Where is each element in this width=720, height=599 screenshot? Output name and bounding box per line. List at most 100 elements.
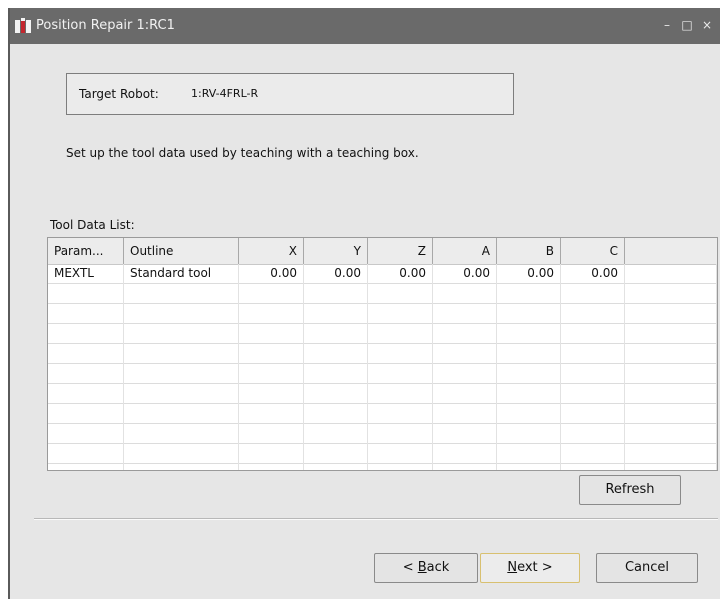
cell-c: 0.00	[561, 264, 625, 284]
cell-y	[304, 464, 368, 470]
tool-data-table[interactable]: Param... Outline X Y Z A B C MEXTL Standa…	[47, 237, 718, 471]
cell-param: MEXTL	[48, 264, 124, 284]
cell-y	[304, 444, 368, 464]
next-button[interactable]: Next >	[480, 553, 580, 583]
cell-c	[561, 284, 625, 304]
cell-b	[497, 344, 561, 364]
cell-param	[48, 464, 124, 470]
cell-z	[368, 324, 433, 344]
cell-x	[239, 344, 304, 364]
empty-row[interactable]	[48, 444, 717, 464]
cell-c	[561, 404, 625, 424]
cell-y	[304, 384, 368, 404]
cell-c	[561, 464, 625, 470]
cell-outline	[124, 404, 239, 424]
empty-row[interactable]	[48, 464, 717, 470]
cell-param	[48, 384, 124, 404]
column-header-z[interactable]: Z	[368, 238, 433, 264]
cell-c	[561, 424, 625, 444]
tool-data-list-label: Tool Data List:	[50, 218, 135, 232]
empty-row[interactable]	[48, 404, 717, 424]
cell-extra	[625, 364, 717, 384]
cell-outline	[124, 444, 239, 464]
cell-z	[368, 284, 433, 304]
cell-z	[368, 464, 433, 470]
cell-extra	[625, 424, 717, 444]
empty-row[interactable]	[48, 364, 717, 384]
cell-c	[561, 444, 625, 464]
column-header-x[interactable]: X	[239, 238, 304, 264]
back-button[interactable]: < Back	[374, 553, 478, 583]
cell-extra	[625, 444, 717, 464]
column-header-a[interactable]: A	[433, 238, 497, 264]
cell-outline	[124, 324, 239, 344]
cell-outline	[124, 464, 239, 470]
window-title: Position Repair 1:RC1	[36, 18, 175, 33]
empty-row[interactable]	[48, 304, 717, 324]
cell-param	[48, 304, 124, 324]
cell-c	[561, 344, 625, 364]
cell-a	[433, 384, 497, 404]
cell-b	[497, 324, 561, 344]
footer-separator	[34, 518, 718, 520]
next-button-label: Next >	[507, 560, 553, 575]
cell-c	[561, 324, 625, 344]
cell-z	[368, 364, 433, 384]
cell-b	[497, 464, 561, 470]
cell-b	[497, 364, 561, 384]
empty-row[interactable]	[48, 324, 717, 344]
cell-x	[239, 284, 304, 304]
cell-x	[239, 384, 304, 404]
cell-x	[239, 444, 304, 464]
cell-b	[497, 424, 561, 444]
cell-extra	[625, 304, 717, 324]
column-header-outline[interactable]: Outline	[124, 238, 239, 264]
maximize-button[interactable]: □	[678, 16, 696, 34]
column-header-param[interactable]: Param...	[48, 238, 124, 264]
empty-row[interactable]	[48, 424, 717, 444]
cell-z	[368, 404, 433, 424]
refresh-button[interactable]: Refresh	[579, 475, 681, 505]
cancel-button[interactable]: Cancel	[596, 553, 698, 583]
column-header-c[interactable]: C	[561, 238, 625, 264]
cell-y	[304, 284, 368, 304]
table-header: Param... Outline X Y Z A B C	[48, 238, 717, 265]
minimize-button[interactable]: –	[658, 16, 676, 34]
cell-extra	[625, 404, 717, 424]
cell-extra	[625, 464, 717, 470]
position-repair-window: Position Repair 1:RC1 – □ × Target Robot…	[8, 8, 720, 599]
target-robot-value: 1:RV-4FRL-R	[191, 87, 259, 100]
empty-row[interactable]	[48, 344, 717, 364]
cell-b	[497, 444, 561, 464]
cell-param	[48, 424, 124, 444]
cell-x	[239, 304, 304, 324]
empty-row[interactable]	[48, 284, 717, 304]
cell-extra	[625, 344, 717, 364]
cell-y: 0.00	[304, 264, 368, 284]
cell-b	[497, 384, 561, 404]
close-button[interactable]: ×	[698, 16, 716, 34]
column-header-b[interactable]: B	[497, 238, 561, 264]
cell-x	[239, 424, 304, 444]
cell-param	[48, 324, 124, 344]
cell-y	[304, 364, 368, 384]
cell-a	[433, 464, 497, 470]
cell-extra	[625, 384, 717, 404]
cell-extra	[625, 324, 717, 344]
cell-outline	[124, 344, 239, 364]
table-row[interactable]: MEXTL Standard tool 0.00 0.00 0.00 0.00 0.00 0.…	[48, 264, 717, 284]
cell-y	[304, 344, 368, 364]
cell-z	[368, 444, 433, 464]
cell-x	[239, 324, 304, 344]
app-icon	[15, 18, 31, 33]
cell-z	[368, 344, 433, 364]
cell-outline	[124, 284, 239, 304]
cell-x	[239, 364, 304, 384]
cell-c	[561, 304, 625, 324]
title-bar[interactable]: Position Repair 1:RC1 – □ ×	[10, 8, 720, 44]
cell-outline: Standard tool	[124, 264, 239, 284]
cell-param	[48, 404, 124, 424]
column-header-y[interactable]: Y	[304, 238, 368, 264]
empty-row[interactable]	[48, 384, 717, 404]
cell-param	[48, 364, 124, 384]
